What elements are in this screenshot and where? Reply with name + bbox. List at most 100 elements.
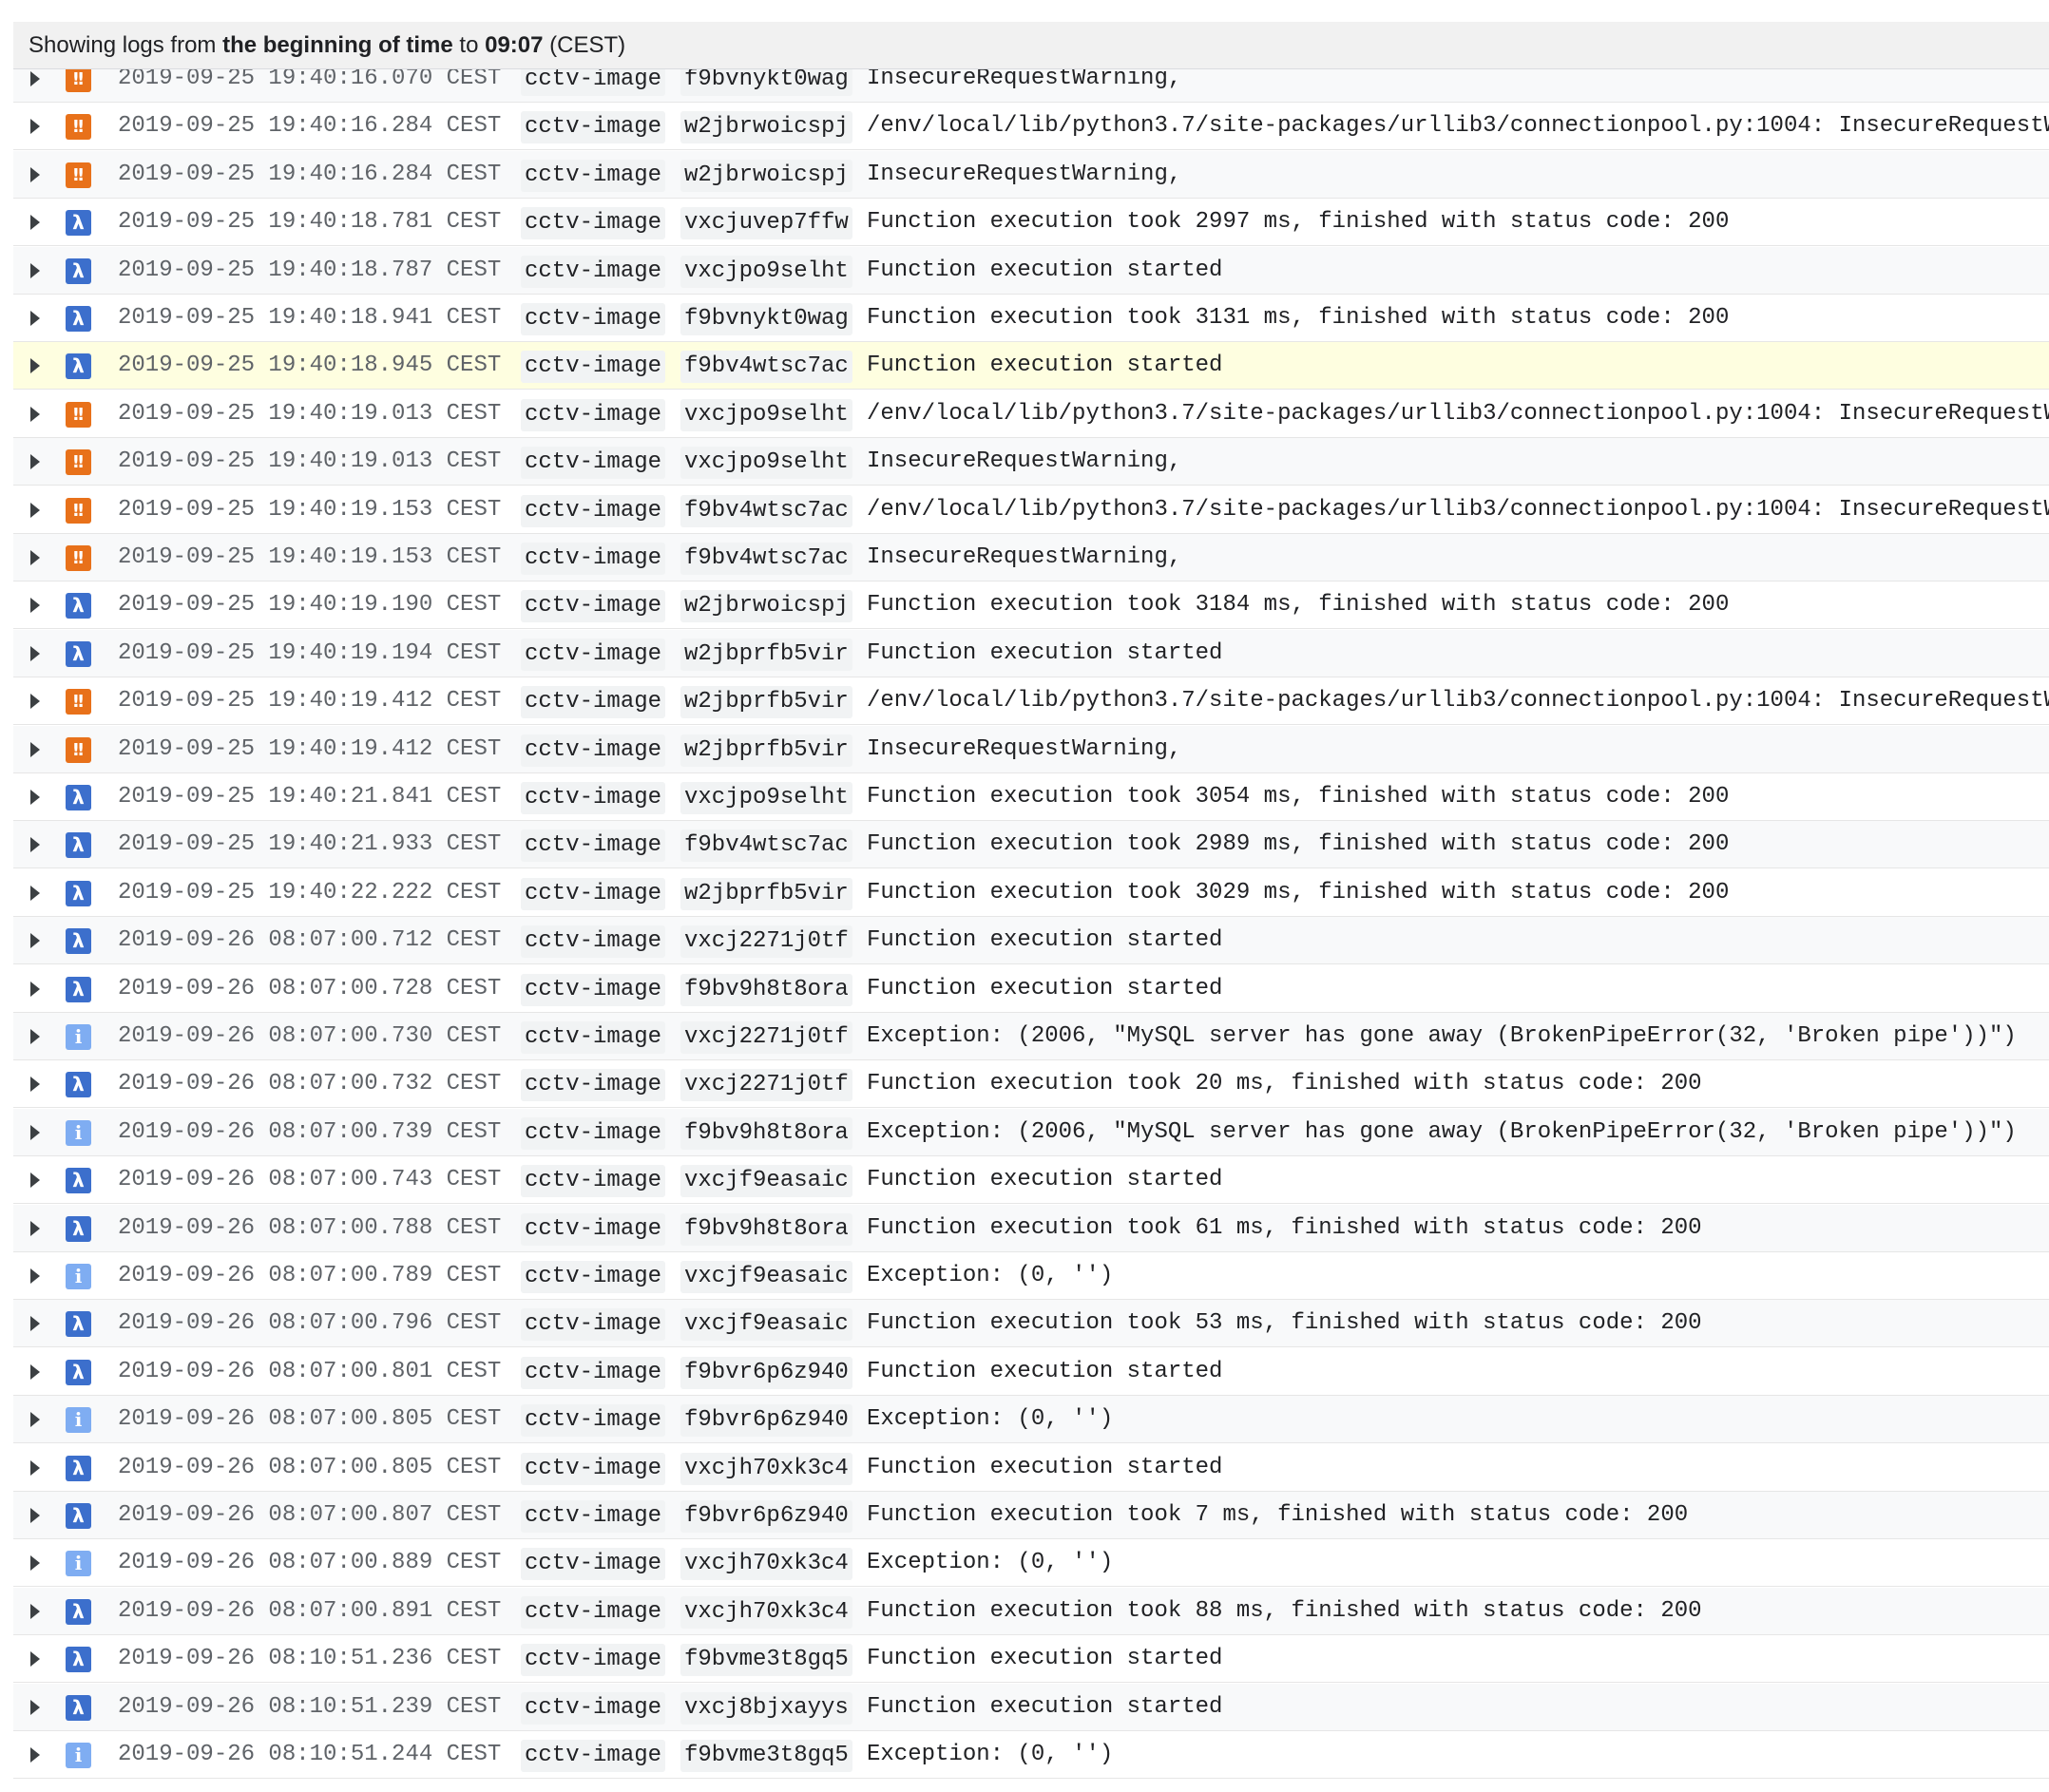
log-entry-row[interactable]: !! 2019-09-25 19:40:16.284 CEST cctv-image…: [13, 103, 2049, 150]
execution-id-chip[interactable]: vxcjpo9selht: [680, 447, 852, 479]
function-name-chip[interactable]: cctv-image: [521, 1644, 666, 1676]
expand-arrow-icon[interactable]: [30, 358, 40, 373]
expand-arrow-icon[interactable]: [30, 503, 40, 518]
log-entry-row[interactable]: λ 2019-09-26 08:07:00.801 CEST cctv-image f…: [13, 1348, 2049, 1396]
expand-arrow-icon[interactable]: [30, 1651, 40, 1667]
expand-arrow-icon[interactable]: [30, 1172, 40, 1188]
expand-arrow-icon[interactable]: [30, 742, 40, 757]
execution-id-chip[interactable]: f9bv4wtsc7ac: [680, 829, 852, 862]
expand-arrow-icon[interactable]: [30, 1077, 40, 1092]
log-entry-row[interactable]: !! 2019-09-25 19:40:19.013 CEST cctv-image…: [13, 391, 2049, 438]
expand-arrow-icon[interactable]: [30, 1221, 40, 1236]
execution-id-chip[interactable]: vxcjh70xk3c4: [680, 1548, 852, 1580]
log-entry-row[interactable]: λ 2019-09-26 08:07:00.788 CEST cctv-image f…: [13, 1205, 2049, 1252]
log-entry-row[interactable]: λ 2019-09-26 08:10:51.236 CEST cctv-image f…: [13, 1635, 2049, 1683]
function-name-chip[interactable]: cctv-image: [521, 1596, 666, 1629]
function-name-chip[interactable]: cctv-image: [521, 207, 666, 239]
log-entry-row[interactable]: λ 2019-09-26 08:07:00.743 CEST cctv-image v…: [13, 1156, 2049, 1204]
log-entry-row[interactable]: !! 2019-09-25 19:40:19.153 CEST cctv-image…: [13, 486, 2049, 534]
expand-arrow-icon[interactable]: [30, 646, 40, 661]
log-entry-row[interactable]: λ 2019-09-25 19:40:22.222 CEST cctv-image w…: [13, 869, 2049, 917]
log-entry-row[interactable]: λ 2019-09-25 19:40:21.841 CEST cctv-image v…: [13, 773, 2049, 821]
log-entry-row[interactable]: λ 2019-09-25 19:40:19.194 CEST cctv-image w…: [13, 630, 2049, 677]
function-name-chip[interactable]: cctv-image: [521, 1021, 666, 1054]
execution-id-chip[interactable]: w2jbrwoicspj: [680, 160, 852, 192]
function-name-chip[interactable]: cctv-image: [521, 639, 666, 671]
function-name-chip[interactable]: cctv-image: [521, 782, 666, 814]
expand-arrow-icon[interactable]: [30, 1412, 40, 1427]
function-name-chip[interactable]: cctv-image: [521, 686, 666, 718]
log-entry-row[interactable]: λ 2019-09-25 19:40:18.787 CEST cctv-image v…: [13, 247, 2049, 295]
function-name-chip[interactable]: cctv-image: [521, 1453, 666, 1485]
function-name-chip[interactable]: cctv-image: [521, 1404, 666, 1437]
execution-id-chip[interactable]: f9bvme3t8gq5: [680, 1644, 852, 1676]
execution-id-chip[interactable]: f9bv4wtsc7ac: [680, 351, 852, 383]
execution-id-chip[interactable]: f9bv4wtsc7ac: [680, 543, 852, 575]
log-entry-row[interactable]: λ 2019-09-26 08:07:00.805 CEST cctv-image v…: [13, 1444, 2049, 1492]
expand-arrow-icon[interactable]: [30, 1029, 40, 1044]
execution-id-chip[interactable]: vxcjh70xk3c4: [680, 1453, 852, 1485]
execution-id-chip[interactable]: f9bv9h8t8ora: [680, 1213, 852, 1246]
expand-arrow-icon[interactable]: [30, 790, 40, 805]
expand-arrow-icon[interactable]: [30, 1268, 40, 1284]
execution-id-chip[interactable]: vxcjf9easaic: [680, 1308, 852, 1341]
log-entry-row[interactable]: λ 2019-09-26 08:07:00.728 CEST cctv-image f…: [13, 965, 2049, 1013]
function-name-chip[interactable]: cctv-image: [521, 974, 666, 1006]
log-entry-row[interactable]: λ 2019-09-25 19:40:18.941 CEST cctv-image f…: [13, 295, 2049, 342]
execution-id-chip[interactable]: vxcjpo9selht: [680, 256, 852, 288]
execution-id-chip[interactable]: f9bv4wtsc7ac: [680, 495, 852, 527]
execution-id-chip[interactable]: w2jbprfb5vir: [680, 686, 852, 718]
log-entry-row[interactable]: λ 2019-09-25 19:40:18.945 CEST cctv-image f…: [13, 342, 2049, 390]
expand-arrow-icon[interactable]: [30, 1700, 40, 1715]
function-name-chip[interactable]: cctv-image: [521, 1308, 666, 1341]
log-entry-row[interactable]: !! 2019-09-25 19:40:19.412 CEST cctv-image…: [13, 677, 2049, 725]
function-name-chip[interactable]: cctv-image: [521, 1069, 666, 1101]
expand-arrow-icon[interactable]: [30, 550, 40, 565]
execution-id-chip[interactable]: f9bvr6p6z940: [680, 1404, 852, 1437]
expand-arrow-icon[interactable]: [30, 1508, 40, 1523]
execution-id-chip[interactable]: vxcjf9easaic: [680, 1165, 852, 1197]
function-name-chip[interactable]: cctv-image: [521, 1500, 666, 1533]
log-entry-row[interactable]: λ 2019-09-25 19:40:21.933 CEST cctv-image f…: [13, 821, 2049, 868]
function-name-chip[interactable]: cctv-image: [521, 256, 666, 288]
log-entry-row[interactable]: λ 2019-09-26 08:07:00.807 CEST cctv-image f…: [13, 1492, 2049, 1539]
expand-arrow-icon[interactable]: [30, 71, 40, 86]
function-name-chip[interactable]: cctv-image: [521, 829, 666, 862]
execution-id-chip[interactable]: vxcjf9easaic: [680, 1261, 852, 1293]
log-entry-row[interactable]: !! 2019-09-25 19:40:19.153 CEST cctv-image…: [13, 534, 2049, 581]
expand-arrow-icon[interactable]: [30, 215, 40, 230]
function-name-chip[interactable]: cctv-image: [521, 399, 666, 431]
function-name-chip[interactable]: cctv-image: [521, 734, 666, 767]
expand-arrow-icon[interactable]: [30, 933, 40, 948]
function-name-chip[interactable]: cctv-image: [521, 351, 666, 383]
execution-id-chip[interactable]: w2jbrwoicspj: [680, 590, 852, 622]
expand-arrow-icon[interactable]: [30, 1604, 40, 1619]
expand-arrow-icon[interactable]: [30, 1125, 40, 1140]
function-name-chip[interactable]: cctv-image: [521, 1117, 666, 1150]
log-entry-row[interactable]: λ 2019-09-25 19:40:18.781 CEST cctv-image v…: [13, 199, 2049, 246]
execution-id-chip[interactable]: f9bvr6p6z940: [680, 1500, 852, 1533]
log-entry-row[interactable]: i 2019-09-26 08:10:51.244 CEST cctv-image f…: [13, 1731, 2049, 1779]
expand-arrow-icon[interactable]: [30, 167, 40, 182]
expand-arrow-icon[interactable]: [30, 263, 40, 278]
log-entry-row[interactable]: λ 2019-09-26 08:07:00.796 CEST cctv-image v…: [13, 1300, 2049, 1347]
execution-id-chip[interactable]: w2jbprfb5vir: [680, 734, 852, 767]
function-name-chip[interactable]: cctv-image: [521, 590, 666, 622]
log-entry-row[interactable]: !! 2019-09-25 19:40:19.412 CEST cctv-image…: [13, 726, 2049, 773]
log-entry-row[interactable]: !! 2019-09-25 19:40:19.013 CEST cctv-image…: [13, 438, 2049, 486]
execution-id-chip[interactable]: f9bvnykt0wag: [680, 303, 852, 335]
expand-arrow-icon[interactable]: [30, 1555, 40, 1571]
function-name-chip[interactable]: cctv-image: [521, 495, 666, 527]
execution-id-chip[interactable]: vxcj2271j0tf: [680, 925, 852, 958]
function-name-chip[interactable]: cctv-image: [521, 925, 666, 958]
execution-id-chip[interactable]: f9bv9h8t8ora: [680, 974, 852, 1006]
expand-arrow-icon[interactable]: [30, 598, 40, 613]
execution-id-chip[interactable]: vxcj2271j0tf: [680, 1069, 852, 1101]
log-entry-row[interactable]: λ 2019-09-26 08:07:00.732 CEST cctv-image v…: [13, 1060, 2049, 1108]
expand-arrow-icon[interactable]: [30, 1316, 40, 1331]
expand-arrow-icon[interactable]: [30, 454, 40, 469]
function-name-chip[interactable]: cctv-image: [521, 1213, 666, 1246]
expand-arrow-icon[interactable]: [30, 407, 40, 422]
expand-arrow-icon[interactable]: [30, 694, 40, 709]
execution-id-chip[interactable]: vxcj2271j0tf: [680, 1021, 852, 1054]
